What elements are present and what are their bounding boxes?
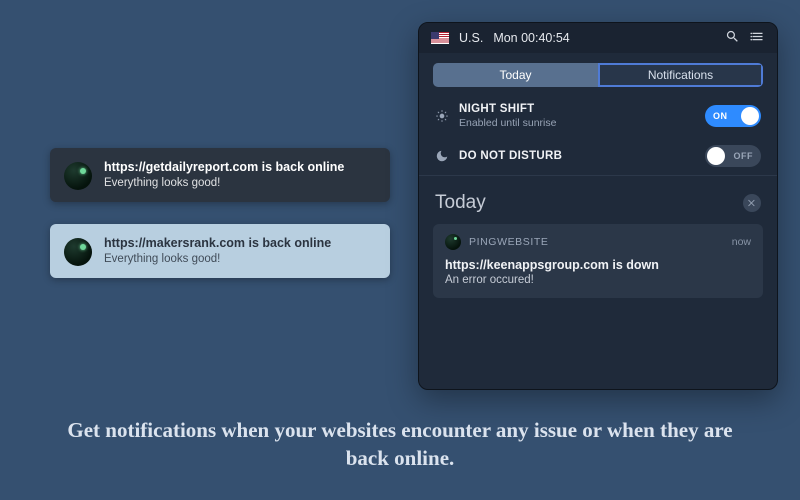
us-flag-icon: [431, 32, 449, 44]
widget-header: PINGWEBSITE now: [445, 234, 751, 250]
menubar: U.S. Mon 00:40:54: [419, 23, 777, 53]
notification-banner[interactable]: https://makersrank.com is back online Ev…: [50, 224, 390, 278]
dnd-title: DO NOT DISTURB: [459, 150, 695, 162]
night-shift-subtitle: Enabled until sunrise: [459, 117, 695, 129]
notification-title: https://getdailyreport.com is back onlin…: [104, 160, 344, 174]
left-notification-stack: https://getdailyreport.com is back onlin…: [50, 148, 390, 278]
night-shift-labels: NIGHT SHIFT Enabled until sunrise: [459, 103, 695, 129]
notification-title: https://makersrank.com is back online: [104, 236, 331, 250]
today-section-header: Today: [419, 176, 777, 224]
notification-center-panel: U.S. Mon 00:40:54 Today Notifications NI…: [418, 22, 778, 390]
widget-time: now: [732, 236, 751, 248]
night-shift-icon: [435, 109, 449, 123]
do-not-disturb-row: DO NOT DISTURB OFF: [419, 137, 777, 175]
widget-app-name: PINGWEBSITE: [469, 236, 549, 248]
notification-text: https://makersrank.com is back online Ev…: [104, 236, 331, 265]
toggle-knob: [741, 107, 759, 125]
pingwebsite-app-icon: [445, 234, 461, 250]
spotlight-search-icon[interactable]: [725, 29, 740, 47]
notification-center-icon[interactable]: [750, 29, 765, 47]
night-shift-title: NIGHT SHIFT: [459, 103, 695, 115]
tab-notifications[interactable]: Notifications: [598, 63, 763, 87]
today-notifications-segmented[interactable]: Today Notifications: [433, 63, 763, 87]
input-locale-label[interactable]: U.S.: [459, 31, 483, 45]
today-section-title: Today: [435, 192, 743, 214]
close-widget-button[interactable]: [743, 194, 761, 212]
widget-subtitle: An error occured!: [445, 274, 751, 286]
notification-banner[interactable]: https://getdailyreport.com is back onlin…: [50, 148, 390, 202]
marketing-tagline: Get notifications when your websites enc…: [0, 417, 800, 472]
night-shift-toggle[interactable]: ON: [705, 105, 761, 127]
pingwebsite-app-icon: [64, 238, 92, 266]
moon-icon: [435, 149, 449, 163]
toggle-knob: [707, 147, 725, 165]
tab-today[interactable]: Today: [433, 63, 598, 87]
pingwebsite-widget[interactable]: PINGWEBSITE now https://keenappsgroup.co…: [433, 224, 763, 298]
toggle-off-label: OFF: [734, 151, 754, 161]
close-icon: [747, 198, 757, 208]
notification-subtitle: Everything looks good!: [104, 253, 331, 265]
night-shift-row: NIGHT SHIFT Enabled until sunrise ON: [419, 95, 777, 137]
do-not-disturb-toggle[interactable]: OFF: [705, 145, 761, 167]
pingwebsite-app-icon: [64, 162, 92, 190]
dnd-labels: DO NOT DISTURB: [459, 150, 695, 162]
menubar-clock[interactable]: Mon 00:40:54: [493, 31, 569, 45]
widget-title: https://keenappsgroup.com is down: [445, 258, 751, 272]
notification-subtitle: Everything looks good!: [104, 177, 344, 189]
toggle-on-label: ON: [713, 111, 728, 121]
notification-text: https://getdailyreport.com is back onlin…: [104, 160, 344, 189]
